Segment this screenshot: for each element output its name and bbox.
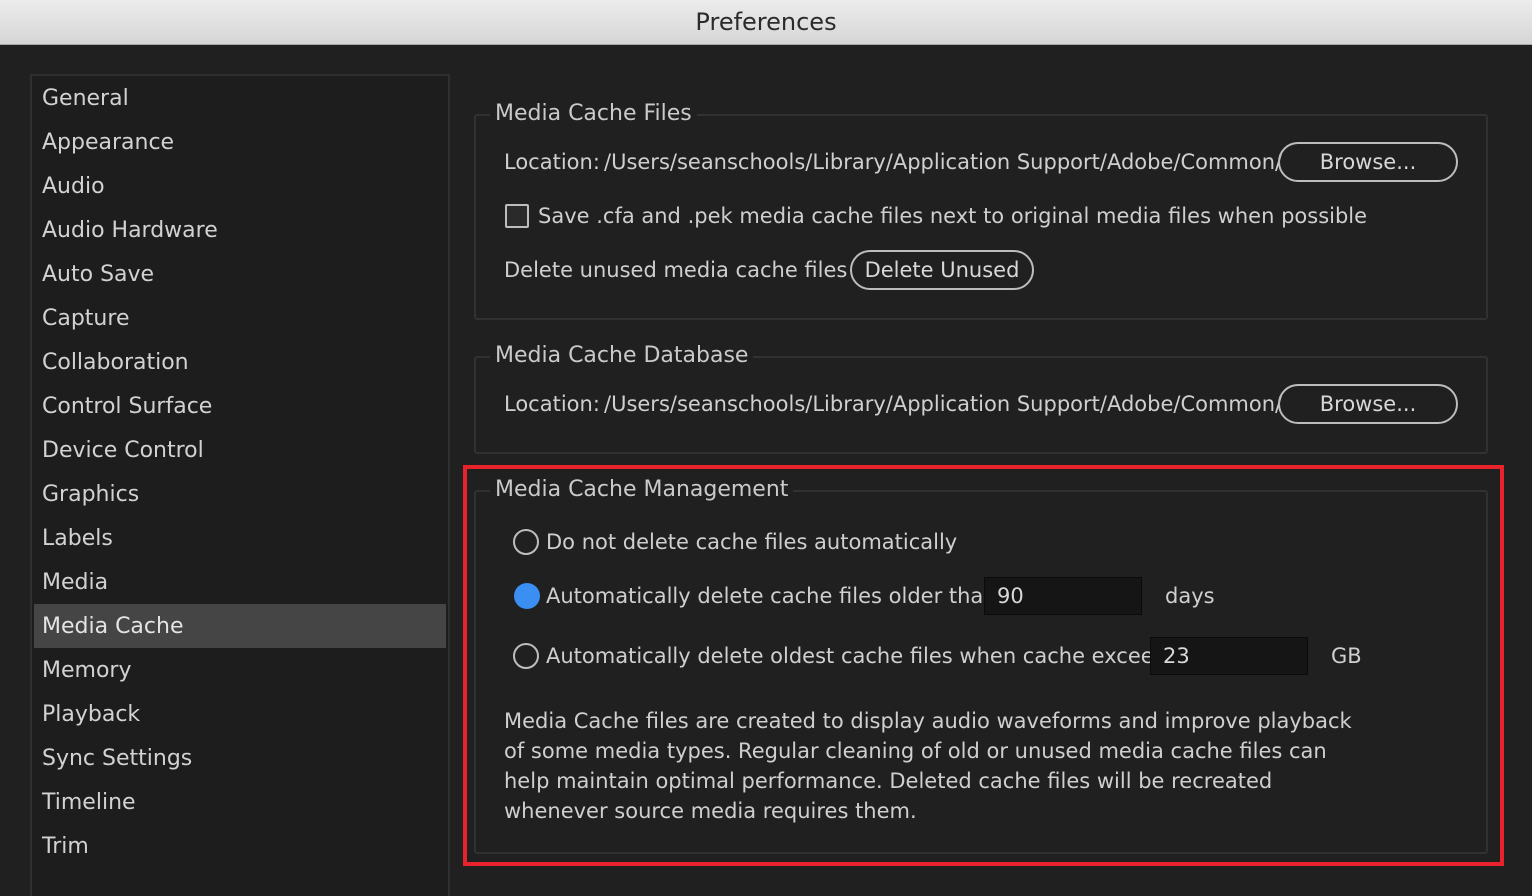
media-cache-description: Media Cache files are created to display… [504,709,1352,823]
files-location-path: /Users/seanschools/Library/Application S… [604,150,1283,174]
sidebar-item-capture[interactable]: Capture [34,296,446,340]
sidebar-item-device-control[interactable]: Device Control [34,428,446,472]
files-browse-button[interactable]: Browse... [1278,142,1458,182]
size-unit-label: GB [1331,644,1362,668]
sidebar-item-labels[interactable]: Labels [34,516,446,560]
delete-unused-label: Delete unused media cache files [504,258,848,282]
cache-size-input[interactable]: 23 [1150,637,1308,675]
sidebar-item-memory[interactable]: Memory [34,648,446,692]
sidebar-item-appearance[interactable]: Appearance [34,120,446,164]
sidebar-item-collaboration[interactable]: Collaboration [34,340,446,384]
age-unit-label: days [1165,584,1215,608]
sidebar-item-control-surface[interactable]: Control Surface [34,384,446,428]
radio-delete-older-than-label: Automatically delete cache files older t… [546,584,1004,608]
sidebar-item-audio[interactable]: Audio [34,164,446,208]
sidebar-item-playback[interactable]: Playback [34,692,446,736]
sidebar-item-sync-settings[interactable]: Sync Settings [34,736,446,780]
database-location-path: /Users/seanschools/Library/Application S… [604,392,1283,416]
sidebar-item-trim[interactable]: Trim [34,824,446,868]
age-days-input[interactable]: 90 [984,577,1142,615]
sidebar-item-general[interactable]: General [34,76,446,120]
media-cache-database-legend: Media Cache Database [490,340,754,372]
database-location-label: Location: [504,392,600,416]
radio-delete-when-exceeds-label: Automatically delete oldest cache files … [546,644,1186,668]
media-cache-management-legend: Media Cache Management [490,474,794,506]
sidebar-item-audio-hardware[interactable]: Audio Hardware [34,208,446,252]
window-title: Preferences [695,8,837,36]
sidebar-item-media-cache[interactable]: Media Cache [34,604,446,648]
sidebar-item-graphics[interactable]: Graphics [34,472,446,516]
files-location-label: Location: [504,150,600,174]
radio-do-not-delete-label: Do not delete cache files automatically [546,530,958,554]
media-cache-files-legend: Media Cache Files [490,98,697,130]
radio-delete-older-than[interactable] [514,583,540,609]
preferences-sidebar: General Appearance Audio Audio Hardware … [30,74,450,896]
save-cfa-pek-label: Save .cfa and .pek media cache files nex… [538,204,1368,228]
radio-delete-when-exceeds[interactable] [513,643,539,669]
window-titlebar: Preferences [0,0,1532,45]
sidebar-item-timeline[interactable]: Timeline [34,780,446,824]
delete-unused-button[interactable]: Delete Unused [850,250,1034,290]
save-cfa-pek-checkbox[interactable] [505,204,529,228]
radio-do-not-delete[interactable] [513,529,539,555]
sidebar-item-auto-save[interactable]: Auto Save [34,252,446,296]
database-browse-button[interactable]: Browse... [1278,384,1458,424]
sidebar-item-media[interactable]: Media [34,560,446,604]
